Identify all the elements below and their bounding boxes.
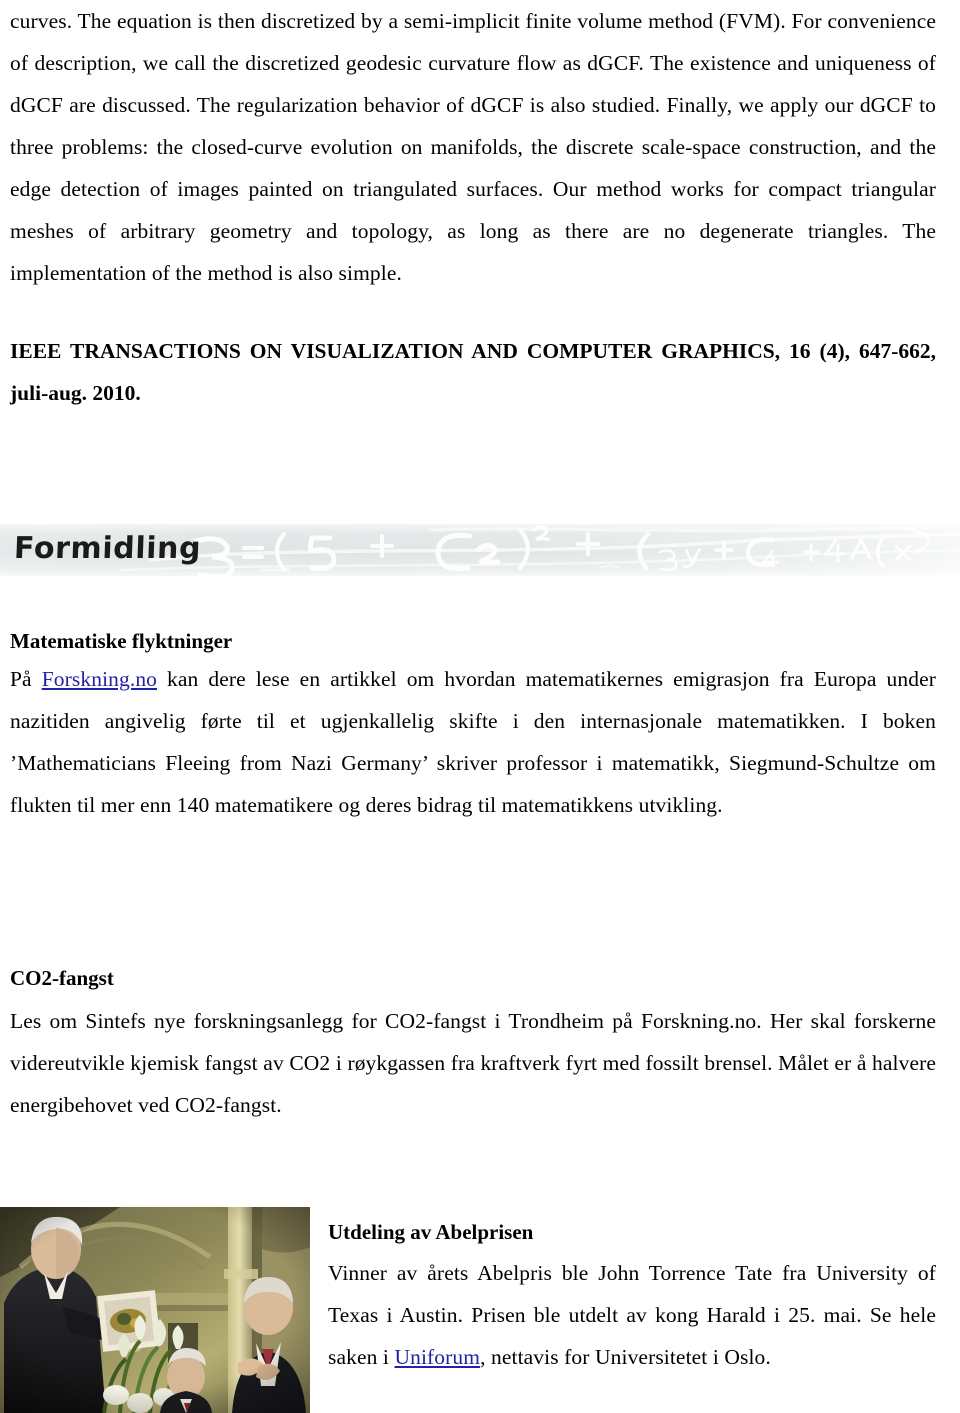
- link-uniforum[interactable]: Uniforum: [394, 1345, 480, 1369]
- banner-title-formidling: Formidling: [13, 531, 202, 566]
- section-heading-co2-fangst: CO2-fangst: [10, 966, 114, 990]
- abstract-paragraph: curves. The equation is then discretized…: [10, 9, 936, 285]
- text-after-link: , nettavis for Universitetet i Oslo.: [480, 1345, 771, 1369]
- text-before-link: På: [10, 667, 42, 691]
- section-heading-utdeling-av-abelprisen: Utdeling av Abelprisen: [328, 1220, 534, 1244]
- section-body-matematiske-flyktninger: På Forskning.no kan dere lese en artikke…: [10, 658, 936, 826]
- abelprisen-photo: [0, 1207, 310, 1413]
- section-body-utdeling-av-abelprisen: Vinner av årets Abelpris ble John Torren…: [328, 1252, 936, 1378]
- section-body-co2-fangst: Les om Sintefs nye forskningsanlegg for …: [10, 1009, 936, 1117]
- citation-reference: IEEE TRANSACTIONS ON VISUALIZATION AND C…: [10, 339, 936, 405]
- document-page: curves. The equation is then discretized…: [0, 0, 960, 1413]
- link-forskning-no[interactable]: Forskning.no: [42, 667, 157, 691]
- section-heading-matematiske-flyktninger: Matematiske flyktninger: [10, 629, 233, 653]
- abelprisen-photo-graphic: [0, 1207, 310, 1413]
